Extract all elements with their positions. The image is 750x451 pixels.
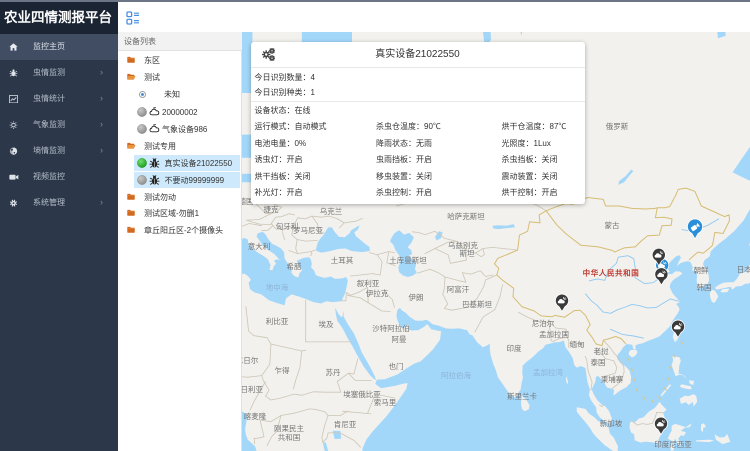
svg-text:尼日尔: 尼日尔 [242,355,259,365]
svg-text:哈萨克斯坦: 哈萨克斯坦 [447,211,485,221]
svg-text:希腊: 希腊 [287,261,302,271]
svg-text:利比亚: 利比亚 [266,316,289,326]
svg-text:韩国: 韩国 [697,282,712,292]
svg-text:日本海: 日本海 [737,264,750,274]
svg-text:孟加拉国: 孟加拉国 [539,329,569,339]
svg-text:印度: 印度 [507,343,522,353]
svg-text:喀麦隆: 喀麦隆 [244,411,267,421]
svg-text:阿拉伯海: 阿拉伯海 [441,370,471,380]
svg-text:伊拉克: 伊拉克 [366,288,389,298]
svg-text:新加坡: 新加坡 [600,418,623,428]
svg-text:柬埔寨: 柬埔寨 [601,374,624,384]
svg-text:阿富汗: 阿富汗 [447,284,470,294]
svg-text:印度尼西亚: 印度尼西亚 [654,439,692,449]
svg-text:斯里兰卡: 斯里兰卡 [507,391,537,401]
svg-text:俄罗斯: 俄罗斯 [606,121,629,131]
svg-text:共和国: 共和国 [278,433,301,442]
svg-text:蒙古: 蒙古 [605,220,620,230]
svg-text:土耳其: 土耳其 [331,255,354,265]
svg-text:沙特阿拉伯: 沙特阿拉伯 [372,323,410,333]
svg-text:朝鲜: 朝鲜 [694,265,709,275]
svg-text:也门: 也门 [389,361,404,371]
svg-text:苏丹: 苏丹 [326,367,341,377]
svg-text:阿曼: 阿曼 [392,335,407,344]
svg-text:乍得: 乍得 [275,365,290,375]
svg-text:地中海: 地中海 [266,282,289,292]
svg-text:老挝: 老挝 [594,346,609,356]
svg-text:意大利: 意大利 [248,241,271,251]
svg-text:斯坦: 斯坦 [460,248,475,258]
svg-text:刚果民主: 刚果民主 [274,423,304,433]
svg-text:伊朗: 伊朗 [409,292,424,302]
svg-text:叙利亚: 叙利亚 [357,278,380,288]
svg-text:土库曼斯坦: 土库曼斯坦 [389,255,427,265]
svg-text:乌克兰: 乌克兰 [320,206,343,216]
svg-text:泰国: 泰国 [591,357,606,367]
svg-text:埃及: 埃及 [319,319,334,329]
svg-text:中华人民共和国: 中华人民共和国 [583,268,640,278]
svg-text:埃塞俄比亚: 埃塞俄比亚 [343,389,381,399]
svg-text:巴基斯坦: 巴基斯坦 [462,299,492,309]
svg-text:缅甸: 缅甸 [570,339,585,349]
svg-text:孟加拉湾: 孟加拉湾 [533,367,563,377]
svg-text:肯尼亚: 肯尼亚 [334,419,357,429]
svg-text:罗马尼亚: 罗马尼亚 [293,226,323,235]
svg-text:尼日利亚: 尼日利亚 [242,384,263,394]
svg-text:尼泊尔: 尼泊尔 [532,318,555,328]
svg-text:捷克: 捷克 [264,204,279,214]
